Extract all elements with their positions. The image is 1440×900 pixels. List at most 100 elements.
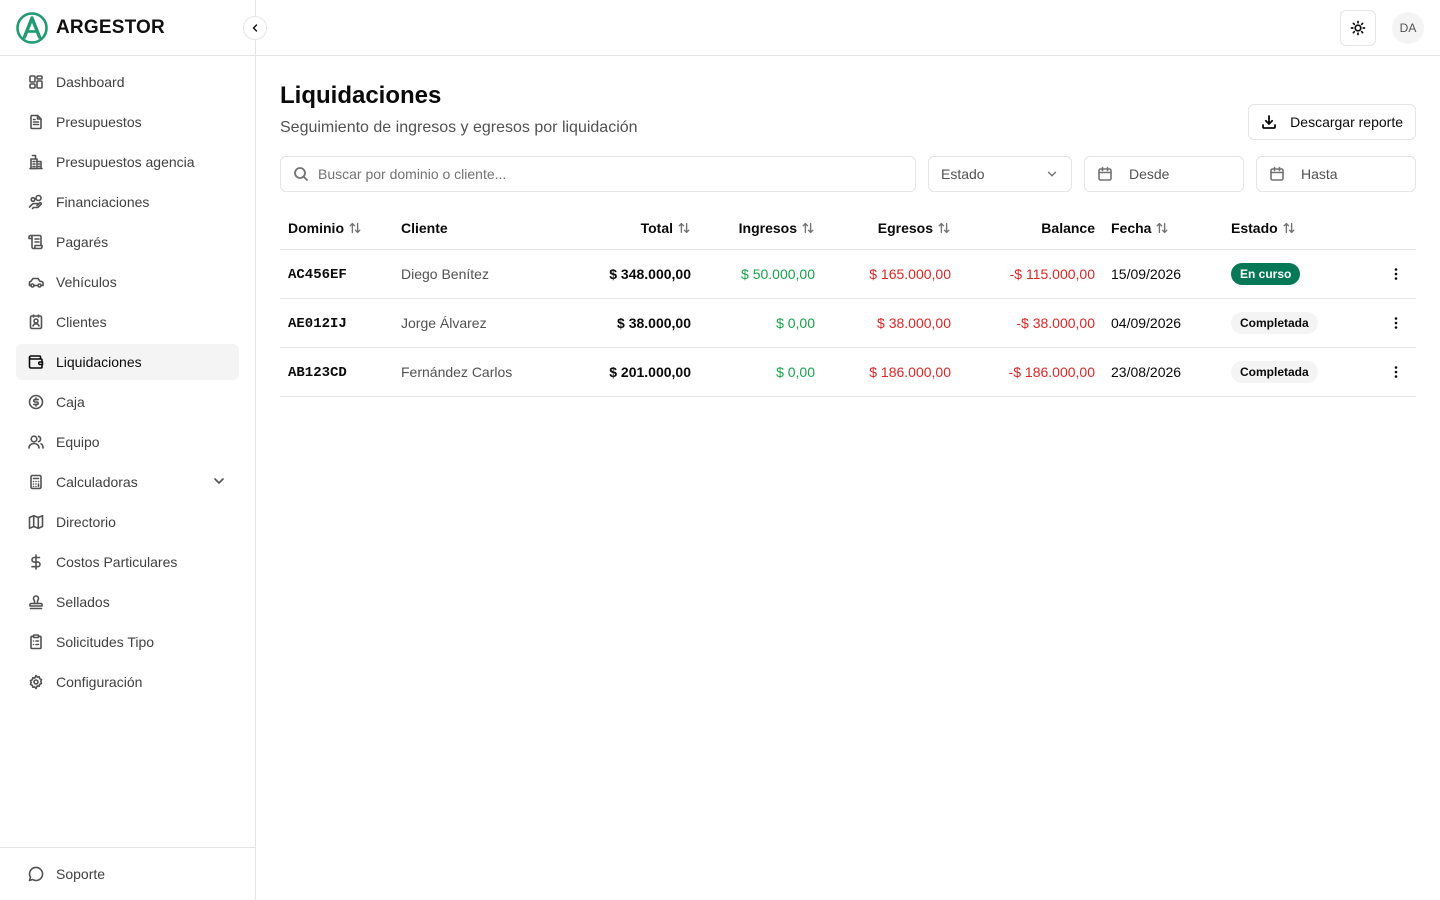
date-from-picker[interactable]: Desde xyxy=(1084,156,1244,192)
sidebar-item-label: Financiaciones xyxy=(56,194,150,210)
date-to-picker[interactable]: Hasta xyxy=(1256,156,1416,192)
sidebar-item-clientes[interactable]: Clientes xyxy=(16,304,239,340)
cell-egresos: $ 186.000,00 xyxy=(823,347,959,397)
cell-cliente: Fernández Carlos xyxy=(393,347,546,397)
cell-ingresos: $ 0,00 xyxy=(699,298,823,348)
sidebar-item-costos-particulares[interactable]: Costos Particulares xyxy=(16,544,239,580)
sidebar-item-label: Presupuestos xyxy=(56,114,142,130)
status-badge: Completada xyxy=(1231,360,1318,383)
sidebar-item-financiaciones[interactable]: Financiaciones xyxy=(16,184,239,220)
sidebar-item-equipo[interactable]: Equipo xyxy=(16,424,239,460)
cell-dominio: AC456EF xyxy=(288,266,347,283)
sidebar-item-soporte[interactable]: Soporte xyxy=(16,856,239,892)
calendar-icon xyxy=(1098,166,1112,181)
column-header-fecha[interactable]: Fecha xyxy=(1103,208,1223,250)
sidebar-item-configuracion[interactable]: Configuración xyxy=(16,664,239,700)
sidebar-item-label: Configuración xyxy=(56,674,143,690)
search-input[interactable] xyxy=(318,166,898,182)
sidebar-item-sellados[interactable]: Sellados xyxy=(16,584,239,620)
sidebar-item-presupuestos-agencia[interactable]: Presupuestos agencia xyxy=(16,144,239,180)
sidebar-item-dashboard[interactable]: Dashboard xyxy=(16,64,239,100)
row-actions-button[interactable] xyxy=(1384,311,1408,335)
cell-fecha: 04/09/2026 xyxy=(1103,298,1223,348)
row-actions-button[interactable] xyxy=(1384,262,1408,286)
sidebar-item-label: Pagarés xyxy=(56,234,109,250)
stamp-icon xyxy=(28,594,44,610)
cell-fecha: 15/09/2026 xyxy=(1103,249,1223,299)
layout-dashboard-icon xyxy=(28,74,44,90)
column-header-egresos[interactable]: Egresos xyxy=(823,208,959,250)
brand[interactable]: ARGESTOR xyxy=(0,0,255,56)
sidebar-item-label: Solicitudes Tipo xyxy=(56,634,155,650)
status-select-value: Estado xyxy=(941,166,985,182)
column-header-label: Ingresos xyxy=(738,220,797,237)
column-header-dominio[interactable]: Dominio xyxy=(280,208,393,250)
sidebar-item-caja[interactable]: Caja xyxy=(16,384,239,420)
avatar[interactable]: DA xyxy=(1392,12,1424,44)
users-icon xyxy=(28,434,44,450)
calculator-icon xyxy=(28,474,44,490)
download-icon xyxy=(1262,115,1277,129)
sidebar-item-directorio[interactable]: Directorio xyxy=(16,504,239,540)
status-badge: En curso xyxy=(1231,262,1301,285)
sidebar-item-label: Dashboard xyxy=(56,74,125,90)
sort-icon xyxy=(801,221,815,235)
status-select[interactable]: Estado xyxy=(928,156,1072,192)
argestor-logo-icon xyxy=(16,11,48,44)
sort-icon xyxy=(937,221,951,235)
theme-toggle-button[interactable] xyxy=(1340,10,1376,46)
brand-name: ARGESTOR xyxy=(56,16,165,38)
page-subtitle: Seguimiento de ingresos y egresos por li… xyxy=(280,119,638,136)
search-box xyxy=(280,156,916,192)
cell-egresos: $ 165.000,00 xyxy=(823,249,959,299)
column-header-ingresos[interactable]: Ingresos xyxy=(699,208,823,250)
column-header-label: Egresos xyxy=(877,220,933,237)
collapse-sidebar-button[interactable] xyxy=(243,16,267,40)
contact-icon xyxy=(28,314,44,330)
cell-cliente: Diego Benítez xyxy=(393,249,546,299)
sidebar-item-label: Presupuestos agencia xyxy=(56,154,195,170)
sidebar-item-presupuestos[interactable]: Presupuestos xyxy=(16,104,239,140)
sidebar-item-calculadoras[interactable]: Calculadoras xyxy=(16,464,239,500)
sidebar-item-liquidaciones[interactable]: Liquidaciones xyxy=(16,344,239,380)
column-header-label: Dominio xyxy=(288,220,344,237)
column-header-label: Balance xyxy=(1041,220,1095,237)
more-vertical-icon xyxy=(1394,316,1398,329)
table-row[interactable]: AB123CD Fernández Carlos $ 201.000,00 $ … xyxy=(280,347,1416,397)
topbar: DA xyxy=(256,0,1440,56)
column-header-label: Total xyxy=(640,220,673,237)
settings-icon xyxy=(28,674,44,690)
date-to-placeholder: Hasta xyxy=(1301,166,1338,182)
circle-dollar-icon xyxy=(28,394,44,410)
download-report-button[interactable]: Descargar reporte xyxy=(1248,104,1416,140)
download-report-label: Descargar reporte xyxy=(1290,114,1403,130)
sidebar-item-label: Directorio xyxy=(56,514,116,530)
date-from-placeholder: Desde xyxy=(1129,166,1170,182)
cell-ingresos: $ 0,00 xyxy=(699,347,823,397)
row-actions-button[interactable] xyxy=(1384,360,1408,384)
column-header-actions xyxy=(1360,208,1416,250)
chevron-down-icon[interactable] xyxy=(211,473,227,492)
sidebar-item-pagares[interactable]: Pagarés xyxy=(16,224,239,260)
sun-icon xyxy=(1350,20,1366,36)
sidebar-item-label: Soporte xyxy=(56,866,106,882)
sort-icon xyxy=(677,221,691,235)
column-header-total[interactable]: Total xyxy=(546,208,699,250)
message-circle-icon xyxy=(28,866,44,882)
table-row[interactable]: AC456EF Diego Benítez $ 348.000,00 $ 50.… xyxy=(280,249,1416,299)
cell-dominio: AE012IJ xyxy=(288,315,347,332)
sidebar-item-label: Vehículos xyxy=(56,274,117,290)
sidebar-item-vehiculos[interactable]: Vehículos xyxy=(16,264,239,300)
cell-total: $ 348.000,00 xyxy=(546,249,699,299)
cell-egresos: $ 38.000,00 xyxy=(823,298,959,348)
sidebar: ARGESTOR Dashboard Presupuestos Presupue… xyxy=(0,0,256,900)
filters-bar: Estado Desde Hasta xyxy=(280,156,1416,192)
wallet-icon xyxy=(28,354,44,370)
dollar-icon xyxy=(28,554,44,570)
search-icon xyxy=(294,167,308,181)
sidebar-item-solicitudes-tipo[interactable]: Solicitudes Tipo xyxy=(16,624,239,660)
column-header-estado[interactable]: Estado xyxy=(1223,208,1360,250)
sidebar-footer: Soporte xyxy=(0,847,255,900)
table-row[interactable]: AE012IJ Jorge Álvarez $ 38.000,00 $ 0,00… xyxy=(280,298,1416,348)
sidebar-item-label: Clientes xyxy=(56,314,107,330)
